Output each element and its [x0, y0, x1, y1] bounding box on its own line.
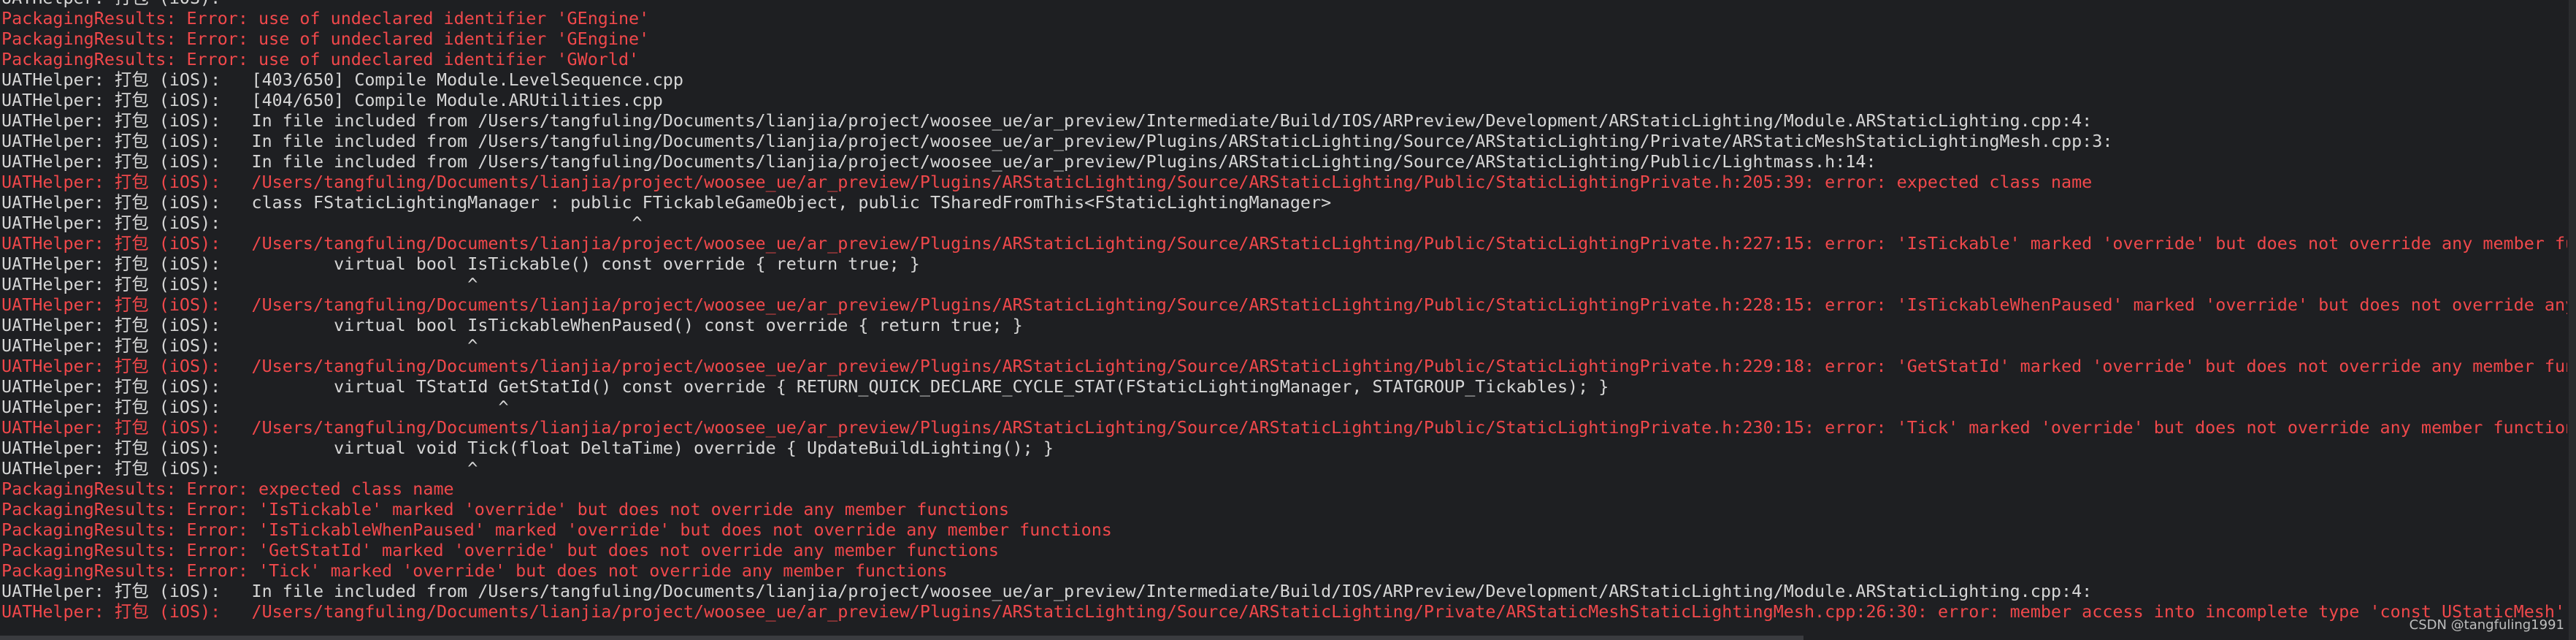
- log-line: UATHelper: 打包 (iOS): ^: [1, 213, 643, 233]
- log-line-error: PackagingResults: Error: 'IsTickableWhen…: [1, 519, 1112, 540]
- horizontal-scrollbar[interactable]: [0, 636, 1803, 640]
- log-line-error: UATHelper: 打包 (iOS): /Users/tangfuling/D…: [1, 233, 2567, 254]
- log-line: UATHelper: 打包 (iOS): In file included fr…: [1, 110, 2093, 131]
- log-line: UATHelper: 打包 (iOS): virtual void Tick(f…: [1, 438, 1054, 458]
- log-line: UATHelper: 打包 (iOS): class FStaticLighti…: [1, 192, 1332, 213]
- log-line-error: PackagingResults: Error: use of undeclar…: [1, 49, 640, 69]
- watermark: CSDN @tangfuling1991: [2409, 617, 2564, 633]
- log-line-error: PackagingResults: Error: use of undeclar…: [1, 28, 650, 49]
- log-line-error: UATHelper: 打包 (iOS): /Users/tangfuling/D…: [1, 172, 2093, 192]
- log-line: UATHelper: 打包 (iOS): [403/650] Compile M…: [1, 69, 683, 90]
- log-line-error: PackagingResults: Error: 'IsTickable' ma…: [1, 499, 1010, 519]
- log-line: UATHelper: 打包 (iOS): In file included fr…: [1, 131, 2113, 151]
- log-line-error: PackagingResults: Error: 'GetStatId' mar…: [1, 540, 999, 560]
- log-line: UATHelper: 打包 (iOS): ^: [1, 274, 478, 294]
- log-line: UATHelper: 打包 (iOS): virtual TStatId Get…: [1, 376, 1609, 397]
- vertical-scrollbar[interactable]: [2569, 0, 2576, 640]
- log-line: UATHelper: 打包 (iOS):: [0, 0, 2567, 8]
- log-line: UATHelper: 打包 (iOS): In file included fr…: [1, 151, 1877, 172]
- log-line-error: PackagingResults: Error: 'Tick' marked '…: [1, 560, 948, 581]
- log-line-error: PackagingResults: Error: expected class …: [1, 479, 454, 499]
- log-line: UATHelper: 打包 (iOS): [404/650] Compile M…: [1, 90, 663, 110]
- log-line-error: UATHelper: 打包 (iOS): /Users/tangfuling/D…: [1, 356, 2567, 376]
- log-line: UATHelper: 打包 (iOS): In file included fr…: [1, 581, 2093, 601]
- output-log[interactable]: UATHelper: 打包 (iOS):PackagingResults: Er…: [0, 0, 2567, 640]
- log-line: UATHelper: 打包 (iOS): ^: [1, 397, 509, 417]
- log-line-error: UATHelper: 打包 (iOS): /Users/tangfuling/D…: [1, 417, 2567, 438]
- log-line: UATHelper: 打包 (iOS): ^: [1, 458, 478, 479]
- log-line-error: UATHelper: 打包 (iOS): /Users/tangfuling/D…: [1, 601, 2566, 622]
- log-line-error: PackagingResults: Error: use of undeclar…: [1, 8, 650, 28]
- log-line: UATHelper: 打包 (iOS): virtual bool IsTick…: [1, 254, 920, 274]
- log-line: UATHelper: 打包 (iOS): ^: [1, 335, 478, 356]
- log-line-error: UATHelper: 打包 (iOS): /Users/tangfuling/D…: [1, 294, 2567, 315]
- log-line: UATHelper: 打包 (iOS): virtual bool IsTick…: [1, 315, 1023, 335]
